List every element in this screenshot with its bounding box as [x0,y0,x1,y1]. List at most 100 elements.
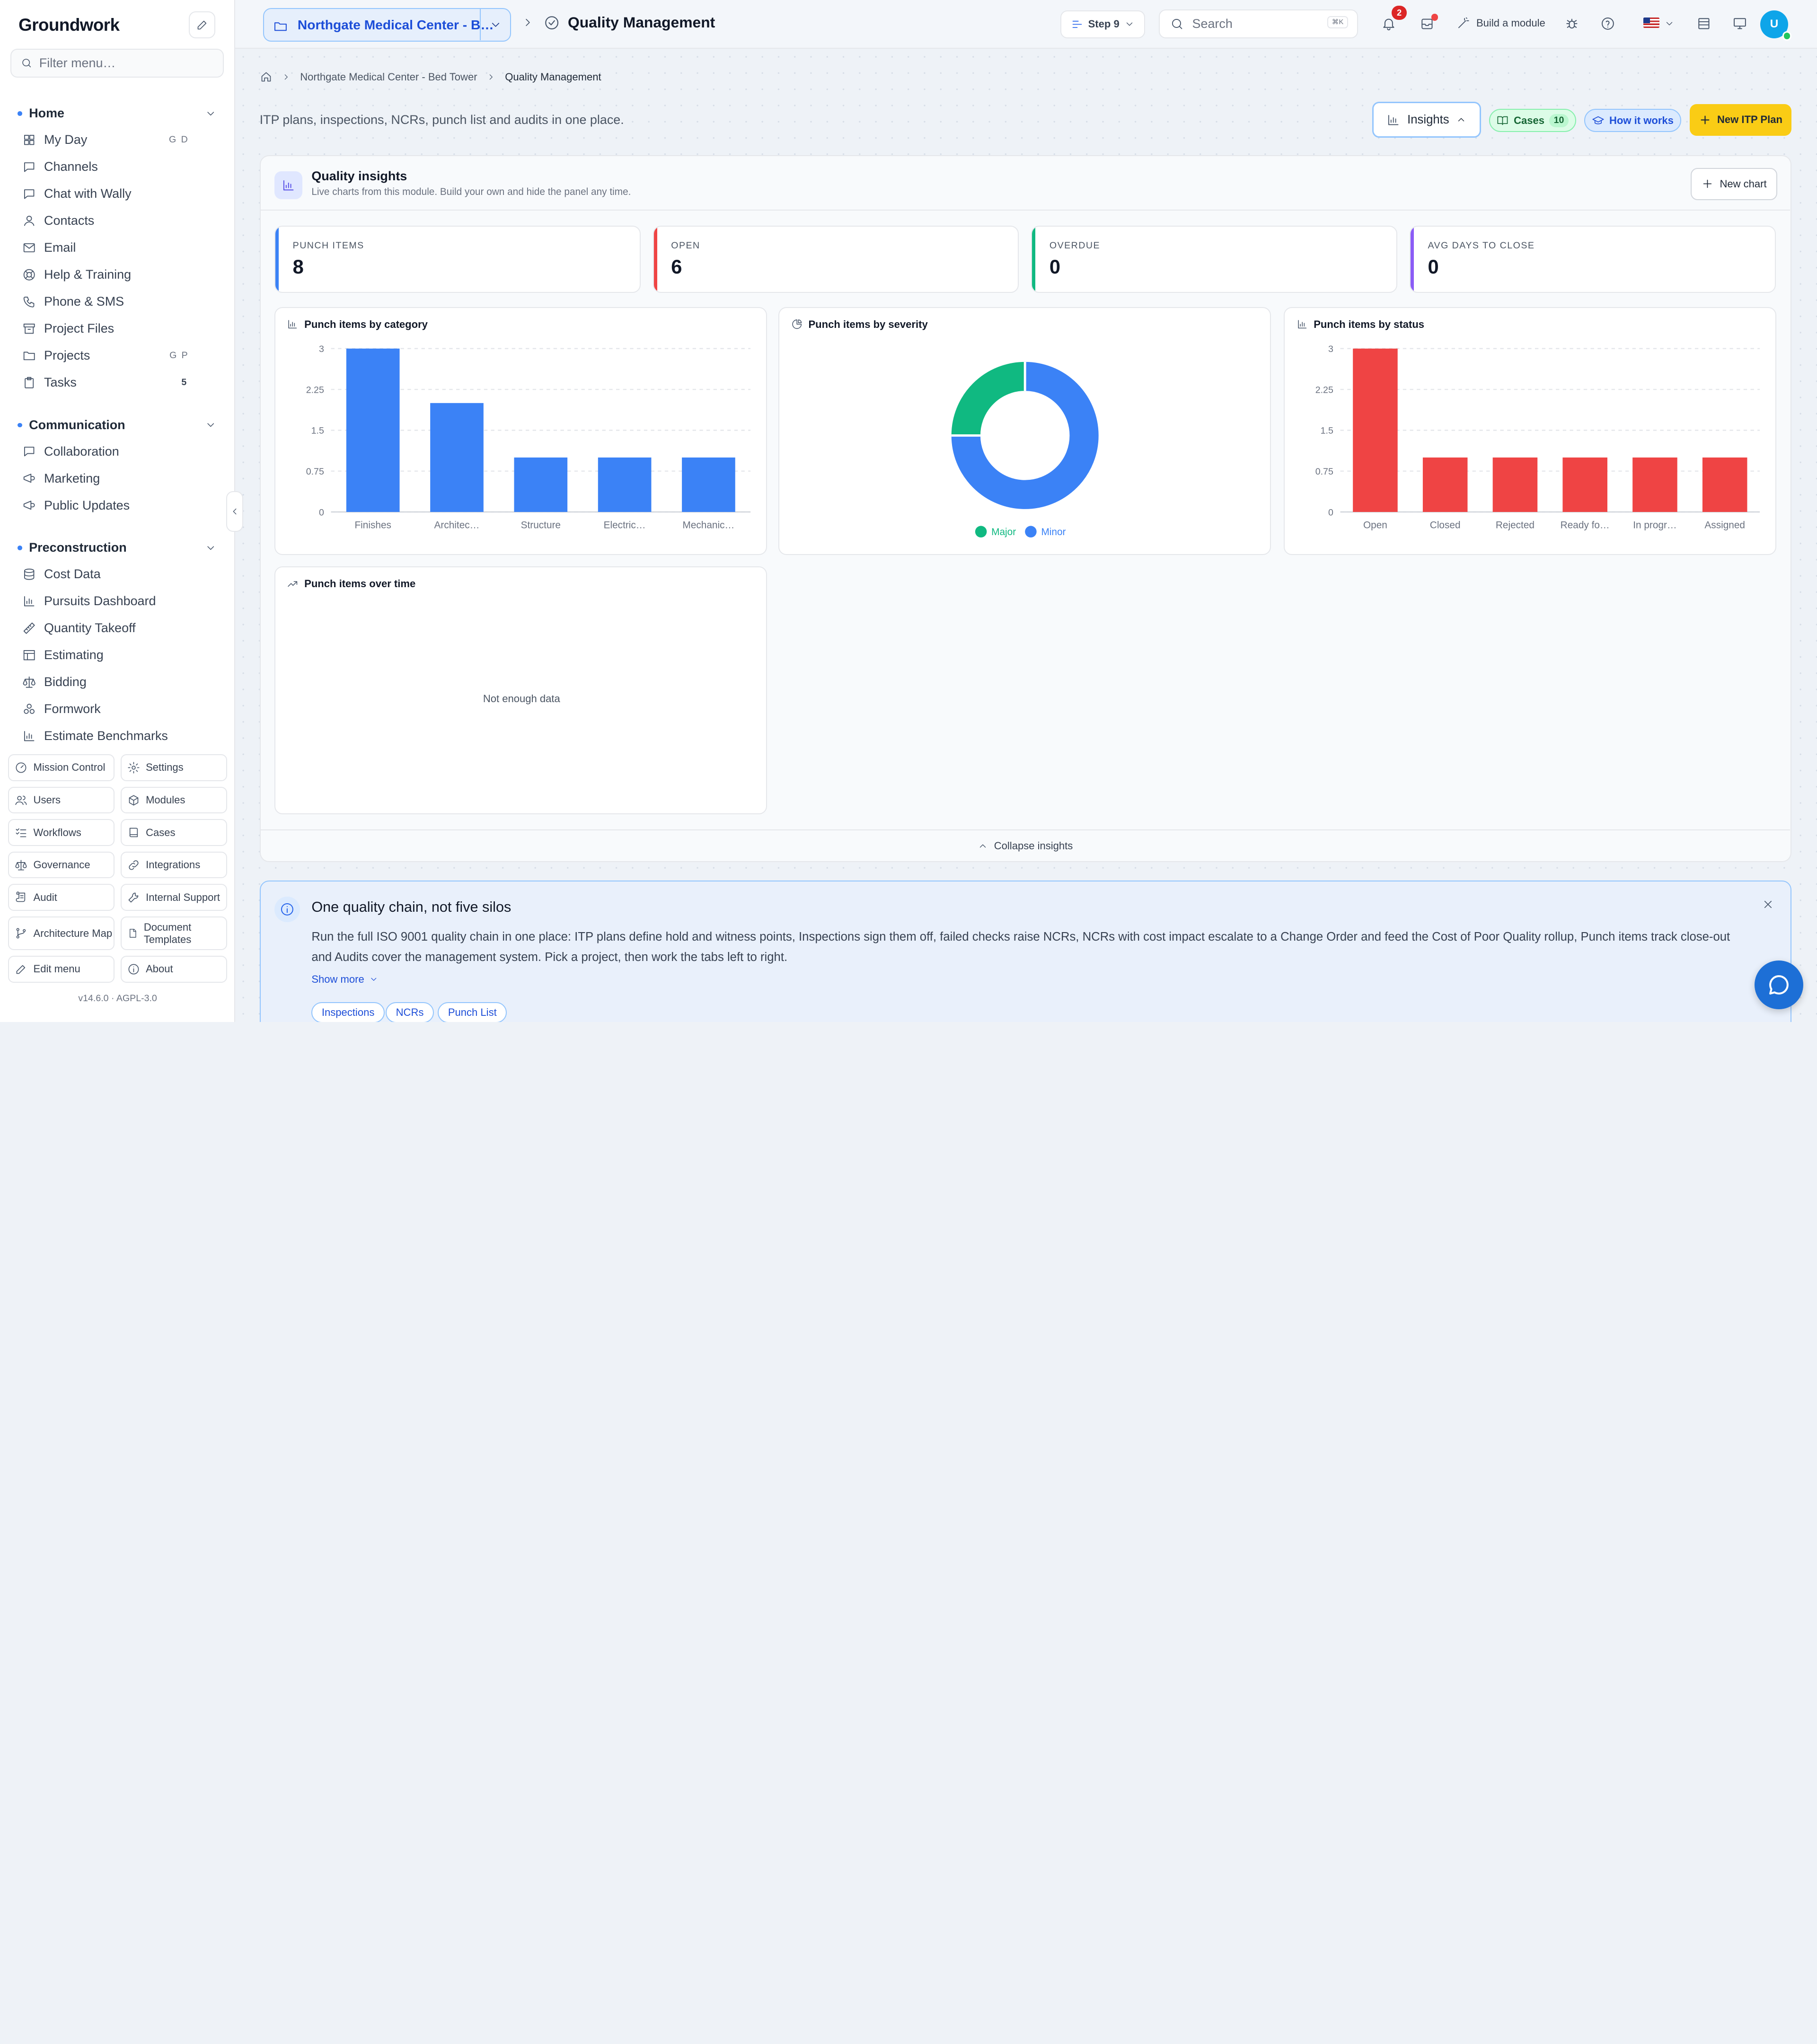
chevron-left-icon [233,509,237,515]
chat-bubble-icon [24,447,34,457]
settings-button[interactable]: Settings [120,754,227,781]
folder-open-icon [274,22,287,31]
sidebar-item-email[interactable]: Email [0,234,235,261]
sidebar-item-label: Collaboration [44,444,119,458]
check-circle-icon [545,16,558,29]
cases-button[interactable]: Cases 10 [1489,109,1576,132]
mission-control-button[interactable]: Mission Control [8,754,115,781]
new-chart-button[interactable]: New chart [1690,167,1778,201]
section-header-communication[interactable]: Communication [0,413,235,438]
governance-button[interactable]: Governance [8,851,115,879]
insights-label: Insights [1407,113,1449,126]
cases-button[interactable]: Cases [120,819,227,846]
sidebar-item-phone-sms[interactable]: Phone & SMS [0,288,235,315]
about-button[interactable]: About [120,956,227,983]
sidebar-item-cost-data[interactable]: Cost Data [0,561,235,588]
sidebar-item-estimating[interactable]: Estimating [0,642,235,669]
edit-menu-button[interactable]: Edit menu [8,956,115,983]
breadcrumb-project[interactable]: Northgate Medical Center - Bed Tower [300,71,477,83]
project-dropdown-button[interactable] [480,9,510,41]
sidebar-item-public-updates[interactable]: Public Updates [0,492,235,519]
chip-ncrs[interactable]: NCRs [386,1002,434,1022]
sidebar-item-channels[interactable]: Channels [0,153,235,180]
info-banner: One quality chain, not five silos Run th… [259,881,1792,1022]
edit-icon[interactable] [189,11,216,38]
integrations-button[interactable]: Integrations [120,851,227,879]
audit-button[interactable]: Audit [8,884,115,911]
bar[interactable] [1562,457,1607,512]
chevron-down-icon[interactable] [1664,18,1675,29]
bar[interactable] [346,348,400,512]
sidebar-item-chat-with-wally[interactable]: Chat with Wally [0,180,235,207]
bar[interactable] [1353,348,1398,512]
info-title: One quality chain, not five silos [311,899,512,915]
insights-toggle-button[interactable]: Insights [1372,102,1481,138]
sidebar-item-projects[interactable]: Projects G P [0,342,235,369]
new-itp-plan-button[interactable]: New ITP Plan [1689,104,1792,136]
document-templates-button[interactable]: Document Templates [120,916,227,951]
internal-support-button[interactable]: Internal Support [120,884,227,911]
sidebar-item-pursuits-dashboard[interactable]: Pursuits Dashboard [0,588,235,615]
sidebar-item-bidding[interactable]: Bidding [0,669,235,696]
chat-fab-button[interactable] [1754,960,1803,1010]
sidebar-item-collaboration[interactable]: Collaboration [0,438,235,465]
close-icon[interactable] [1762,898,1774,911]
bar[interactable] [598,457,652,512]
cases-count-badge: 10 [1549,114,1569,127]
bar[interactable] [1492,457,1538,512]
step-selector[interactable]: Step 9 [1060,10,1145,38]
sidebar-collapse-button[interactable] [226,491,244,532]
how-it-works-button[interactable]: How it works [1584,109,1682,132]
bar[interactable] [430,403,484,512]
architecture-map-button[interactable]: Architecture Map [8,916,115,951]
chevron-up-icon [980,844,986,848]
project-selector-label: Northgate Medical Center - B… [297,17,494,32]
filter-menu-field[interactable] [10,48,224,78]
show-more-link[interactable]: Show more [311,973,378,986]
monitor-icon[interactable] [1732,16,1747,31]
sidebar-item-project-files[interactable]: Project Files [0,315,235,342]
button-label: Integrations [146,859,201,871]
sidebar-item-formwork[interactable]: Formwork [0,696,235,722]
filter-menu-input[interactable] [39,55,213,70]
chip-inspections[interactable]: Inspections [311,1002,385,1022]
version-label: v14.6.0 · AGPL-3.0 [78,993,157,1004]
bar[interactable] [514,457,568,512]
bar[interactable] [1422,457,1468,512]
new-itp-plan-label: New ITP Plan [1717,114,1782,126]
sidebar-item-contacts[interactable]: Contacts [0,207,235,234]
button-label: Governance [33,859,90,871]
global-search[interactable]: Search ⌘K [1158,9,1358,38]
bar[interactable] [682,457,735,512]
donut-slice-major[interactable] [951,361,1026,436]
help-icon[interactable] [1600,16,1615,31]
x-tick-label: Closed [1430,520,1461,530]
sidebar-item-my-day[interactable]: My Day G D [0,126,235,153]
collapse-insights-button[interactable]: Collapse insights [260,829,1791,862]
workflows-button[interactable]: Workflows [8,819,115,846]
kpi-accent-bar [1032,227,1036,292]
users-button[interactable]: Users [8,786,115,814]
home-icon[interactable] [260,70,273,83]
bar[interactable] [1702,457,1747,512]
brand-logo[interactable]: Groundwork [18,15,120,35]
section-header-preconstruction[interactable]: Preconstruction [0,535,235,561]
section-header-home[interactable]: Home [0,101,235,126]
sidebar-item-estimate-benchmarks[interactable]: Estimate Benchmarks [0,722,235,749]
trending-up-icon [288,581,298,587]
chip-punch-list[interactable]: Punch List [438,1002,507,1022]
project-selector[interactable]: Northgate Medical Center - B… [263,8,511,42]
insights-title: Quality insights [311,169,407,184]
sidebar-item-help-training[interactable]: Help & Training [0,261,235,288]
sidebar-item-marketing[interactable]: Marketing [0,465,235,492]
us-flag-icon[interactable] [1643,17,1659,28]
modules-button[interactable]: Modules [120,786,227,814]
bar[interactable] [1632,457,1677,512]
sidebar-item-tasks[interactable]: Tasks 5 [0,369,235,396]
sidebar-item-quantity-takeoff[interactable]: Quantity Takeoff [0,615,235,642]
build-module-button[interactable]: Build a module [1456,16,1545,30]
bug-icon[interactable] [1564,16,1579,31]
list-icon[interactable] [1696,16,1711,31]
clipboard-icon [24,377,34,388]
chart-card-over-time: Punch items over time Not enough data [274,566,767,815]
